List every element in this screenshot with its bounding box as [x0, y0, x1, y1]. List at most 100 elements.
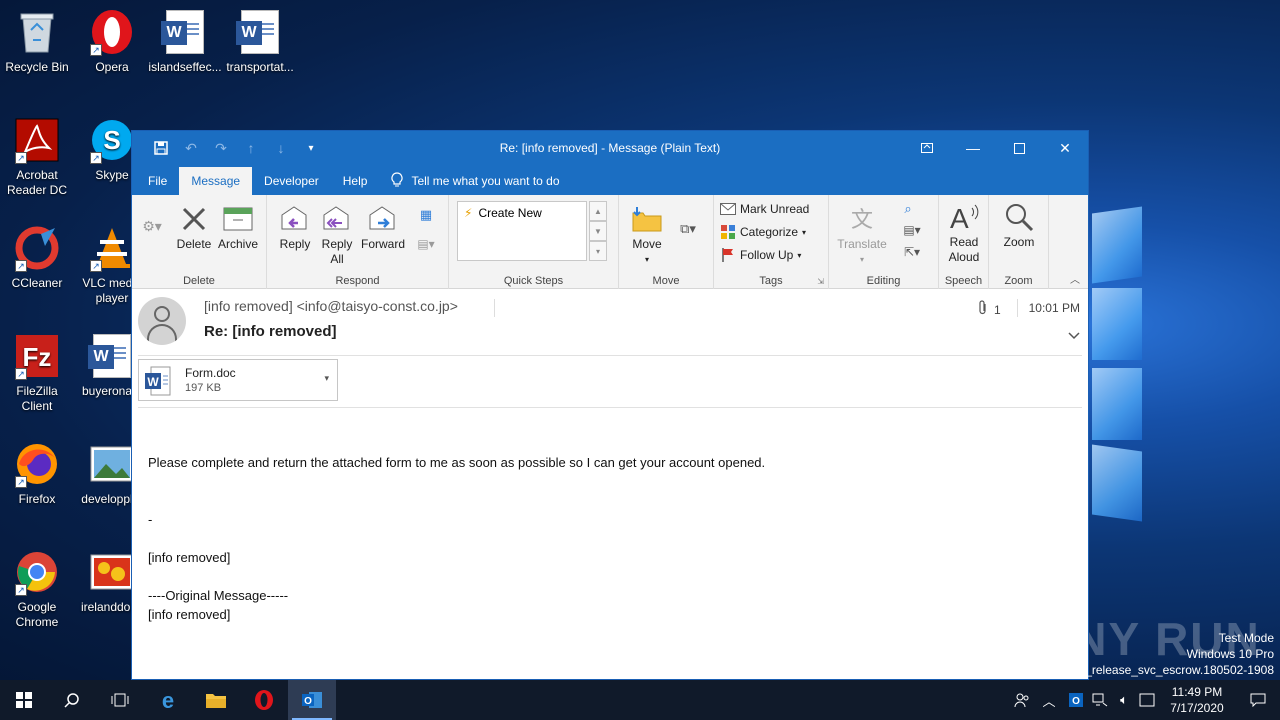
attachment-size: 197 KB — [185, 382, 222, 394]
paperclip-icon — [978, 300, 988, 319]
quick-steps-gallery[interactable]: ⚡ Create New — [457, 201, 587, 261]
reply-all-button[interactable]: Reply All — [317, 203, 357, 267]
attachment-count-value: 1 — [994, 302, 1001, 317]
expand-gallery-icon[interactable]: ▾ — [589, 241, 607, 261]
find-button[interactable]: ⌕ — [897, 201, 919, 216]
related-button[interactable]: ▤▾ — [897, 223, 927, 238]
categorize-dropdown-icon: ▾ — [802, 227, 807, 237]
respond-group-label: Respond — [335, 275, 380, 287]
people-icon[interactable] — [1010, 680, 1034, 720]
desktop-icon-firefox[interactable]: ↗ Firefox — [0, 440, 74, 507]
desktop-icon-chrome[interactable]: ↗ Google Chrome — [0, 548, 74, 630]
tell-me-box[interactable]: Tell me what you want to do — [379, 167, 560, 195]
quick-steps-scroll[interactable]: ▲ ▼ ▾ — [589, 201, 607, 261]
read-aloud-button[interactable]: A Read Aloud — [942, 201, 986, 265]
desktop-icon-transportat[interactable]: W transportat... — [223, 8, 297, 75]
image-file-icon — [88, 440, 136, 488]
message-header: [info removed] <info@taisyo-const.co.jp>… — [132, 289, 1088, 355]
zoom-button[interactable]: Zoom — [997, 201, 1041, 250]
body-line: [info removed] — [148, 607, 231, 622]
meeting-reply-button[interactable]: ▦ — [413, 207, 439, 222]
redo-icon[interactable]: ↷ — [208, 135, 234, 161]
flag-icon — [720, 247, 736, 263]
edge-icon: e — [162, 689, 174, 711]
tab-file[interactable]: File — [136, 167, 179, 195]
desktop-icon-filezilla[interactable]: Fz ↗ FileZilla Client — [0, 332, 74, 414]
desktop-icon-label: Recycle Bin — [5, 60, 69, 74]
show-hidden-icons-icon[interactable]: ︿ — [1034, 680, 1064, 720]
avatar — [138, 297, 186, 345]
undo-icon[interactable]: ↶ — [178, 135, 204, 161]
read-aloud-label-line2: Aloud — [948, 250, 980, 264]
select-button[interactable]: ⇱▾ — [897, 245, 927, 260]
forward-label: Forward — [360, 237, 405, 251]
outlook-tray-icon[interactable]: O — [1064, 680, 1088, 720]
ignore-button[interactable]: ⚙▾ — [138, 219, 166, 234]
taskbar-edge[interactable]: e — [144, 680, 192, 720]
previous-item-icon[interactable]: ↑ — [238, 135, 264, 161]
translate-button[interactable]: 文 Translate ▾ — [835, 203, 889, 267]
tags-dialog-launcher-icon[interactable]: ⇲ — [817, 277, 824, 286]
minimize-button[interactable]: — — [950, 131, 996, 165]
start-button[interactable] — [0, 680, 48, 720]
desktop-icon-islandseffec[interactable]: W islandseffec... — [148, 8, 222, 75]
sender-address[interactable]: [info removed] <info@taisyo-const.co.jp> — [204, 298, 458, 314]
windows-logo-wallpaper — [1092, 200, 1280, 550]
reply-all-label-line2: All — [330, 252, 344, 266]
clock[interactable]: 11:49 PM 7/17/2020 — [1158, 684, 1236, 716]
categorize-button[interactable]: Categorize ▾ — [720, 224, 806, 240]
follow-up-button[interactable]: Follow Up ▾ — [720, 247, 801, 263]
tab-help[interactable]: Help — [331, 167, 380, 195]
attachment-item[interactable]: W Form.doc 197 KB ▾ — [138, 359, 338, 401]
network-icon[interactable] — [1088, 680, 1112, 720]
move-group: Move ▾ ⧉▾ Move — [619, 195, 714, 289]
desktop-icon-opera[interactable]: ↗ Opera — [75, 8, 149, 75]
collapse-ribbon-icon[interactable]: ︿ — [1070, 271, 1080, 286]
move-button[interactable]: Move ▾ — [625, 203, 669, 267]
desktop-icon-recycle-bin[interactable]: Recycle Bin — [0, 8, 74, 75]
scroll-down-icon[interactable]: ▼ — [589, 221, 607, 241]
message-subject: Re: [info removed] — [204, 323, 337, 340]
outlook-message-window: ↶ ↷ ↑ ↓ ▾ Re: [info removed] - Message (… — [131, 130, 1089, 680]
desktop-icon-label: islandseffec... — [148, 60, 222, 74]
move-dropdown-icon: ▾ — [644, 255, 649, 264]
divider — [494, 299, 495, 317]
attachment-dropdown-icon[interactable]: ▾ — [324, 373, 329, 384]
search-button[interactable] — [48, 680, 96, 720]
customize-qat-icon[interactable]: ▾ — [298, 135, 324, 161]
maximize-button[interactable] — [996, 131, 1042, 165]
body-line: Please complete and return the attached … — [148, 455, 766, 470]
message-body: Please complete and return the attached … — [148, 453, 765, 624]
next-item-icon[interactable]: ↓ — [268, 135, 294, 161]
tab-developer[interactable]: Developer — [252, 167, 331, 195]
delete-button[interactable]: Delete — [174, 203, 214, 252]
quick-step-create-new[interactable]: ⚡ Create New — [458, 202, 586, 224]
language-icon[interactable] — [1136, 680, 1158, 720]
desktop-icon-acrobat[interactable]: ↗ Acrobat Reader DC — [0, 116, 74, 198]
expand-header-icon[interactable] — [1068, 329, 1080, 343]
reply-button[interactable]: Reply — [275, 203, 315, 252]
ribbon-display-options-icon[interactable] — [904, 131, 950, 165]
action-center-icon[interactable] — [1236, 680, 1280, 720]
actions-button[interactable]: ⧉▾ — [673, 221, 703, 236]
tab-message[interactable]: Message — [179, 167, 253, 195]
meeting-icon: ▦ — [419, 207, 433, 222]
desktop-icon-ccleaner[interactable]: ↗ CCleaner — [0, 224, 74, 291]
taskbar-file-explorer[interactable] — [192, 680, 240, 720]
reply-icon — [279, 203, 311, 235]
close-button[interactable]: ✕ — [1042, 131, 1088, 165]
save-icon[interactable] — [148, 135, 174, 161]
scroll-up-icon[interactable]: ▲ — [589, 201, 607, 221]
opera-icon: ↗ — [88, 8, 136, 56]
mark-unread-button[interactable]: Mark Unread — [720, 201, 809, 217]
task-view-button[interactable] — [96, 680, 144, 720]
more-respond-button[interactable]: ▤▾ — [413, 237, 439, 252]
taskbar-opera[interactable] — [240, 680, 288, 720]
follow-up-label: Follow Up — [740, 248, 794, 262]
archive-button[interactable]: Archive — [216, 203, 260, 252]
forward-button[interactable]: Forward — [359, 203, 407, 252]
volume-icon[interactable]: 🔈︎ — [1112, 680, 1136, 720]
move-group-label: Move — [652, 275, 680, 287]
taskbar-outlook[interactable]: O — [288, 680, 336, 720]
watermark-line: Test Mode — [1218, 631, 1274, 645]
